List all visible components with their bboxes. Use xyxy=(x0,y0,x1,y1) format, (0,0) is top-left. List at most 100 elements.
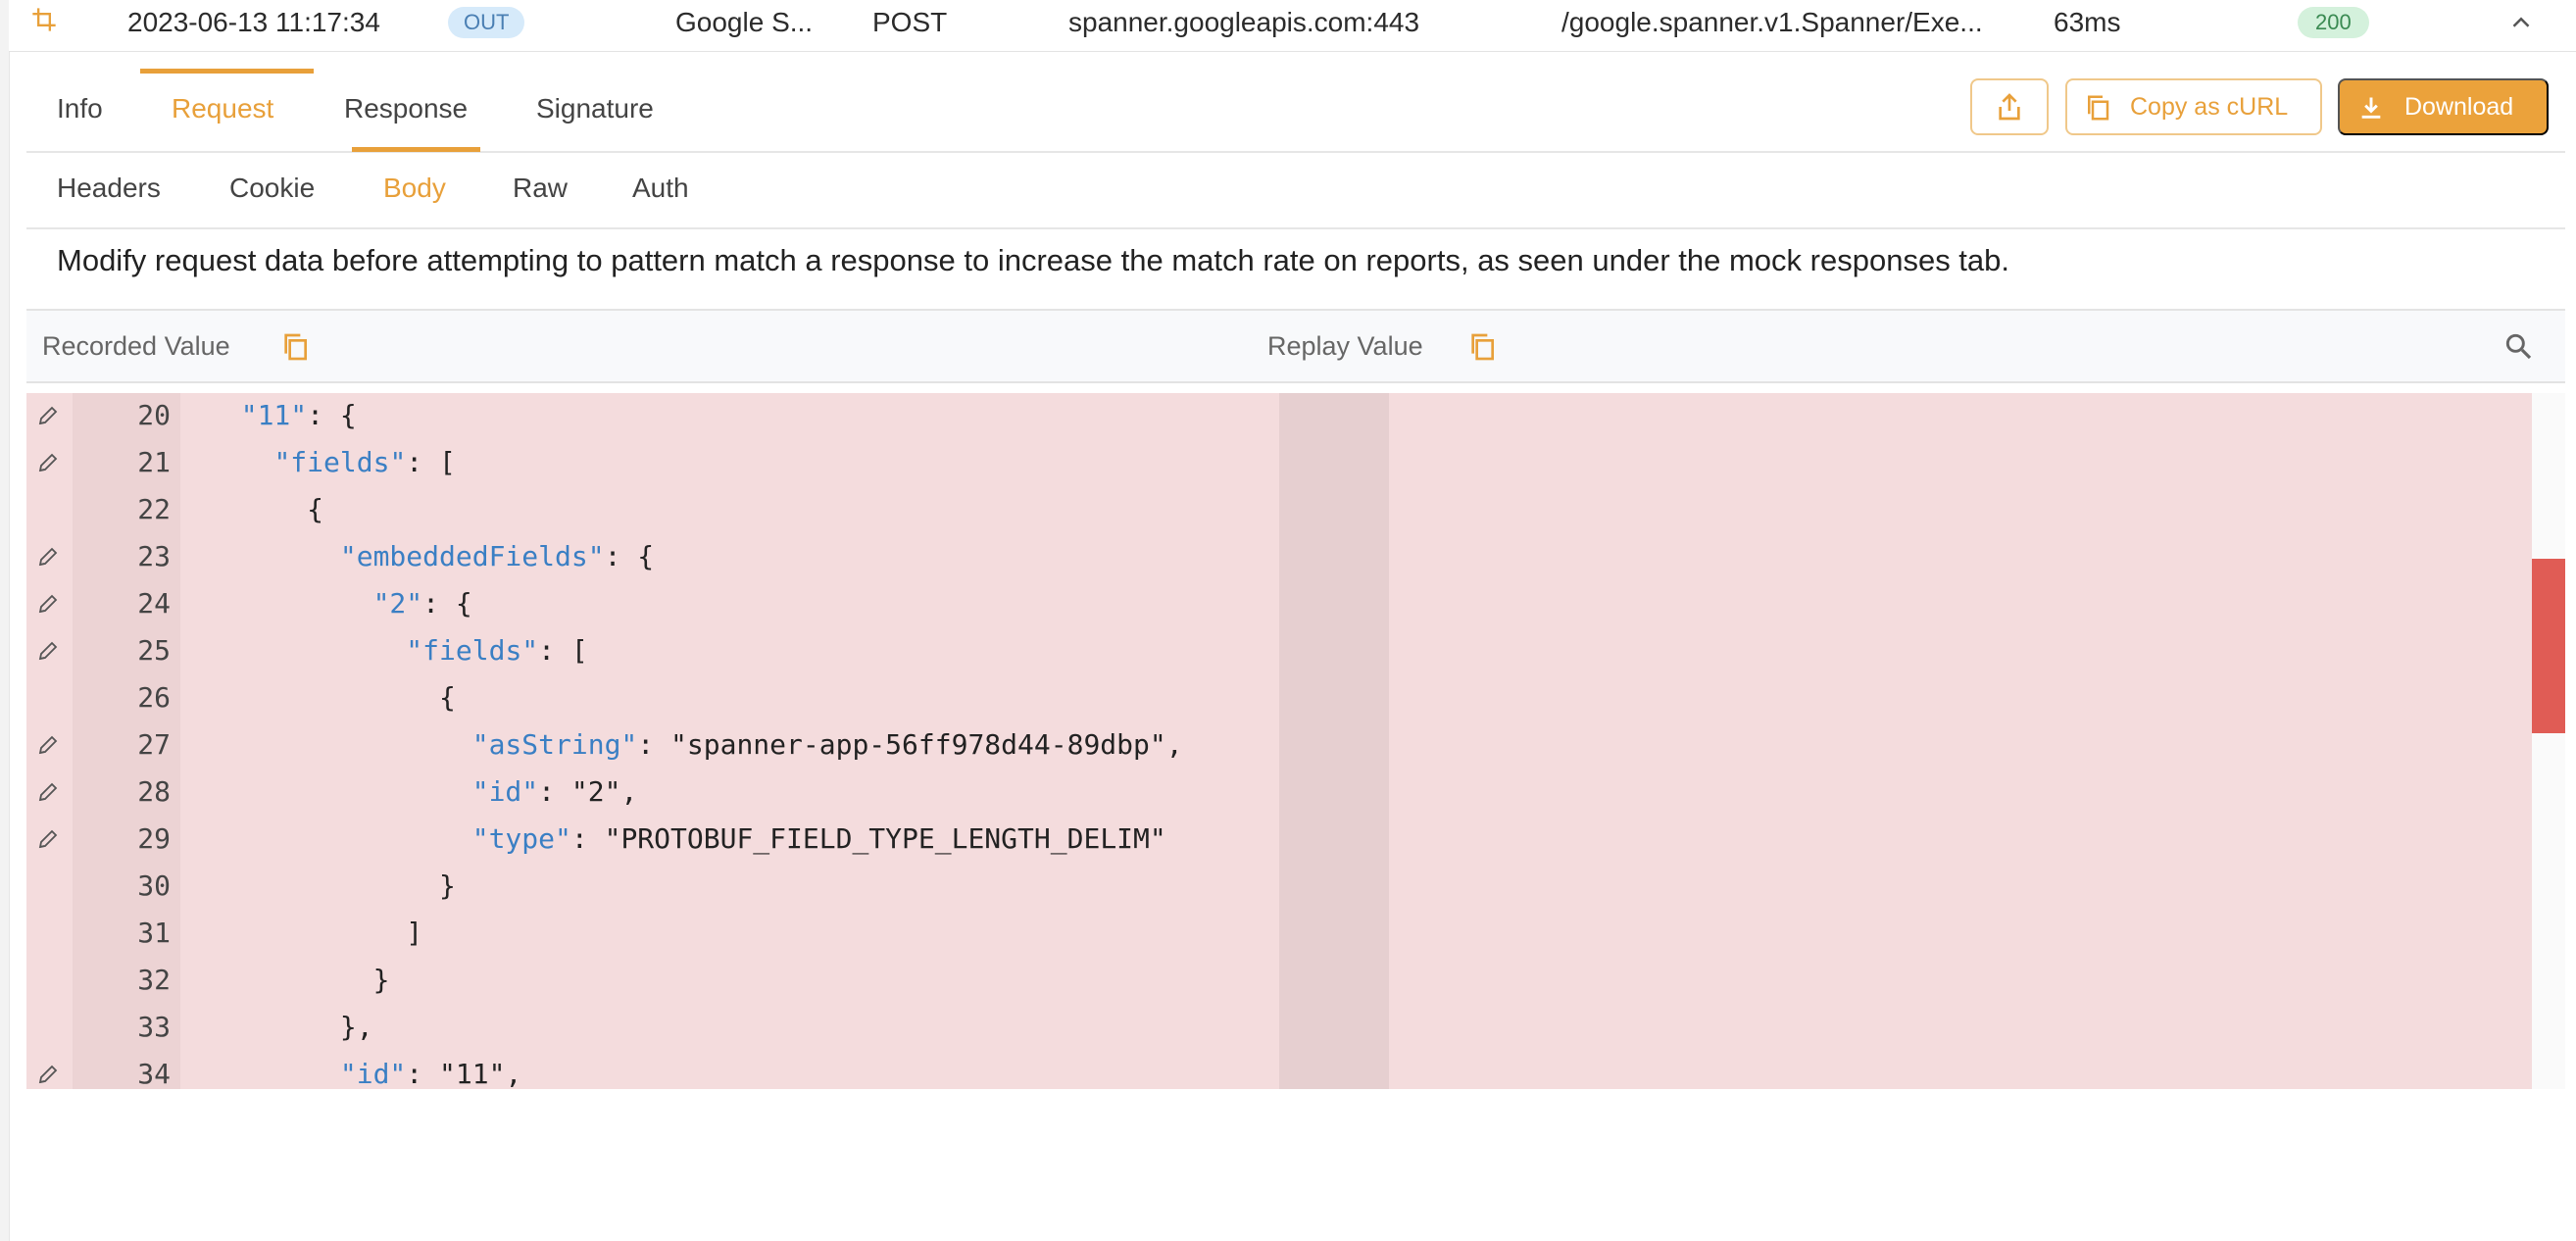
line-number: 34 xyxy=(137,1058,171,1089)
row-path: /google.spanner.v1.Spanner/Exe... xyxy=(1561,7,1983,37)
pencil-icon[interactable] xyxy=(36,592,62,618)
body-info-text: Modify request data before attempting to… xyxy=(57,243,2010,277)
code-text: "fields": [ xyxy=(406,634,588,667)
direction-badge: OUT xyxy=(448,7,525,38)
pencil-icon[interactable] xyxy=(36,827,62,853)
request-tab-indicator xyxy=(140,69,314,74)
code-line: 23 "embeddedFields": { xyxy=(26,533,1271,580)
code-text: "asString": "spanner-app-56ff978d44-89db… xyxy=(471,728,1183,761)
copy-replay-icon[interactable] xyxy=(1466,330,1498,364)
row-host: spanner.googleapis.com:443 xyxy=(1068,7,1420,37)
search-icon[interactable] xyxy=(2502,330,2534,364)
download-label: Download xyxy=(2404,93,2514,121)
json-key: "id" xyxy=(339,1058,407,1089)
pencil-icon[interactable] xyxy=(36,404,62,429)
pencil-icon[interactable] xyxy=(36,545,62,571)
line-number: 23 xyxy=(137,540,171,572)
pencil-icon[interactable] xyxy=(36,451,62,476)
subtab-auth[interactable]: Auth xyxy=(632,153,689,227)
code-text: { xyxy=(439,681,456,714)
request-subtabs: Headers Cookie Body Raw Auth xyxy=(26,153,2565,229)
row-latency: 63ms xyxy=(2054,7,2121,37)
code-line: 29 "type": "PROTOBUF_FIELD_TYPE_LENGTH_D… xyxy=(26,816,1271,863)
line-number: 20 xyxy=(137,399,171,431)
code-text: }, xyxy=(339,1011,373,1043)
crop-icon xyxy=(30,6,60,35)
share-icon xyxy=(1994,90,2025,126)
line-number: 33 xyxy=(137,1011,171,1043)
download-icon xyxy=(2357,93,2385,129)
code-line: 28 "id": "2", xyxy=(26,769,1271,816)
diff-code-area[interactable]: 20 "11": {21 "fields": [22 {23 "embedded… xyxy=(26,393,2532,1089)
line-number: 30 xyxy=(137,869,171,902)
code-text: { xyxy=(307,493,324,525)
pencil-icon[interactable] xyxy=(36,1063,62,1088)
json-key: "fields" xyxy=(273,446,407,478)
json-key: "11" xyxy=(240,399,308,431)
pencil-icon[interactable] xyxy=(36,639,62,665)
json-key: "id" xyxy=(471,775,539,808)
line-number: 24 xyxy=(137,587,171,620)
json-key: "fields" xyxy=(406,634,539,667)
tab-info[interactable]: Info xyxy=(57,69,103,151)
code-text: "11": { xyxy=(240,399,357,431)
replay-value-label: Replay Value xyxy=(1267,331,1423,361)
request-row[interactable]: 2023-06-13 11:17:34 OUT Google S... POST… xyxy=(9,0,2576,52)
copy-icon xyxy=(2083,92,2112,130)
row-timestamp: 2023-06-13 11:17:34 xyxy=(127,7,380,37)
json-key: "embeddedFields" xyxy=(339,540,605,572)
tab-request[interactable]: Request xyxy=(172,69,273,151)
tab-response[interactable]: Response xyxy=(344,69,468,151)
download-button[interactable]: Download xyxy=(2338,78,2549,135)
pencil-icon[interactable] xyxy=(36,780,62,806)
line-number: 22 xyxy=(137,493,171,525)
code-line: 21 "fields": [ xyxy=(26,439,1271,486)
recorded-value-label: Recorded Value xyxy=(42,331,230,361)
diff-header: Recorded Value Replay Value xyxy=(26,309,2565,383)
code-text: "id": "2", xyxy=(471,775,638,808)
line-number: 31 xyxy=(137,917,171,949)
code-line: 20 "11": { xyxy=(26,393,1271,439)
json-key: "type" xyxy=(471,822,571,855)
code-line: 25 "fields": [ xyxy=(26,627,1271,674)
code-line: 26 { xyxy=(26,674,1271,721)
subtab-cookie[interactable]: Cookie xyxy=(229,153,315,227)
code-text: "2": { xyxy=(372,587,472,620)
scrollbar-diff-marker[interactable] xyxy=(2532,559,2565,733)
copy-as-curl-button[interactable]: Copy as cURL xyxy=(2065,78,2322,135)
code-line: 24 "2": { xyxy=(26,580,1271,627)
row-service: Google S... xyxy=(675,7,814,37)
subtab-body[interactable]: Body xyxy=(383,153,446,227)
tab-signature[interactable]: Signature xyxy=(536,69,654,151)
code-text: } xyxy=(372,964,390,996)
code-text: "id": "11", xyxy=(339,1058,522,1089)
status-badge: 200 xyxy=(2298,7,2369,38)
replay-gutter xyxy=(1279,393,1389,1089)
line-number: 28 xyxy=(137,775,171,808)
code-text: "fields": [ xyxy=(273,446,456,478)
code-line: 31 ] xyxy=(26,910,1271,957)
row-method: POST xyxy=(872,7,948,37)
chevron-up-icon[interactable] xyxy=(2506,8,2536,37)
line-number: 27 xyxy=(137,728,171,761)
line-number: 32 xyxy=(137,964,171,996)
share-button[interactable] xyxy=(1970,78,2049,135)
code-text: "type": "PROTOBUF_FIELD_TYPE_LENGTH_DELI… xyxy=(471,822,1166,855)
subtab-raw[interactable]: Raw xyxy=(513,153,568,227)
code-line: 22 { xyxy=(26,486,1271,533)
code-line: 30 } xyxy=(26,863,1271,910)
code-line: 32 } xyxy=(26,957,1271,1004)
code-text: } xyxy=(439,869,456,902)
copy-as-curl-label: Copy as cURL xyxy=(2130,93,2289,121)
line-number: 25 xyxy=(137,634,171,667)
left-edge-rail xyxy=(0,0,10,1241)
code-line: 33 }, xyxy=(26,1004,1271,1051)
scrollbar-track[interactable] xyxy=(2532,393,2565,1089)
subtab-headers[interactable]: Headers xyxy=(57,153,161,227)
copy-recorded-icon[interactable] xyxy=(279,330,311,364)
code-line: 34 "id": "11", xyxy=(26,1051,1271,1089)
code-text: "embeddedFields": { xyxy=(339,540,655,572)
pencil-icon[interactable] xyxy=(36,733,62,759)
line-number: 29 xyxy=(137,822,171,855)
response-tab-indicator xyxy=(352,147,480,152)
